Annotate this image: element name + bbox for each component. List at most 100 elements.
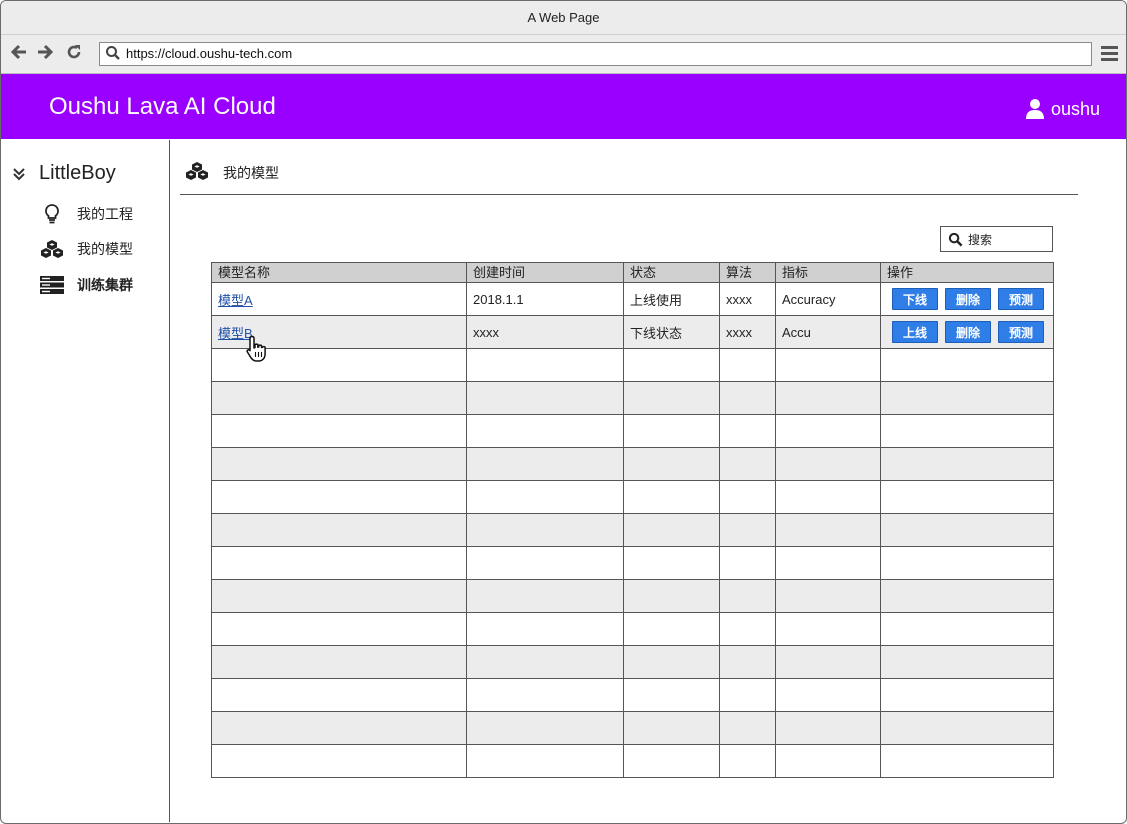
metric: Accuracy	[775, 282, 881, 316]
table-cell-empty	[623, 348, 720, 382]
table-cell-empty	[880, 678, 1054, 712]
table-row-empty	[211, 480, 1054, 514]
table-cell-empty	[466, 381, 624, 415]
sidebar-item-models[interactable]: 我的模型	[39, 239, 133, 259]
table-cell-empty	[466, 744, 624, 778]
table-cell-empty	[775, 711, 881, 745]
table-cell-empty	[775, 744, 881, 778]
table-cell-empty	[775, 447, 881, 481]
created-time: xxxx	[466, 315, 624, 349]
table-cell-empty	[775, 348, 881, 382]
table-row-empty	[211, 744, 1054, 778]
table-cell-empty	[211, 612, 467, 646]
table-header-row: 模型名称 创建时间 状态 算法 指标 操作	[211, 262, 1054, 283]
table-cell-empty	[466, 612, 624, 646]
table-cell-empty	[466, 678, 624, 712]
table-row-empty	[211, 711, 1054, 745]
table-cell-empty	[211, 546, 467, 580]
table-cell-empty	[880, 612, 1054, 646]
online-button[interactable]: 上线	[892, 321, 938, 343]
app-header: Oushu Lava AI Cloud oushu	[1, 74, 1126, 139]
server-icon	[39, 275, 65, 295]
table-cell-empty	[623, 414, 720, 448]
status: 上线使用	[623, 282, 720, 316]
table-cell-empty	[466, 348, 624, 382]
table-cell-empty	[719, 381, 776, 415]
table-cell-empty	[775, 513, 881, 547]
table-cell-empty	[623, 744, 720, 778]
table-cell-empty	[775, 480, 881, 514]
table-cell-empty	[211, 711, 467, 745]
table-cell-empty	[623, 711, 720, 745]
column-header-status: 状态	[623, 262, 720, 283]
table-cell-empty	[211, 447, 467, 481]
table-cell-empty	[466, 579, 624, 613]
user-icon	[1025, 99, 1044, 119]
sidebar-item-label: 训练集群	[77, 277, 133, 293]
table-cell-empty	[623, 447, 720, 481]
table-cell-empty	[623, 480, 720, 514]
table-cell-empty	[211, 645, 467, 679]
predict-button[interactable]: 预测	[998, 288, 1044, 310]
table-cell-empty	[719, 744, 776, 778]
column-header-algorithm: 算法	[719, 262, 776, 283]
delete-button[interactable]: 删除	[945, 321, 991, 343]
table-cell-empty	[775, 381, 881, 415]
table-cell-empty	[466, 513, 624, 547]
predict-button[interactable]: 预测	[998, 321, 1044, 343]
delete-button[interactable]: 删除	[945, 288, 991, 310]
metric: Accu	[775, 315, 881, 349]
search-icon	[948, 232, 963, 246]
table-cell-empty	[775, 645, 881, 679]
table-cell-empty	[466, 546, 624, 580]
table-cell-empty	[211, 414, 467, 448]
browser-window: A Web Page https://cloud.oushu-tech.com …	[0, 0, 1127, 824]
table-cell-empty	[623, 579, 720, 613]
table-cell-empty	[623, 513, 720, 547]
hand-cursor-icon	[246, 335, 266, 362]
reload-icon[interactable]	[65, 43, 83, 61]
back-arrow-icon[interactable]	[10, 43, 28, 61]
table-cell-empty	[211, 381, 467, 415]
table-cell-empty	[623, 678, 720, 712]
column-header-name: 模型名称	[211, 262, 467, 283]
offline-button[interactable]: 下线	[892, 288, 938, 310]
table-row-empty	[211, 612, 1054, 646]
sidebar-item-clusters[interactable]: 训练集群	[39, 275, 133, 295]
table-cell-empty	[775, 579, 881, 613]
table-cell-empty	[880, 513, 1054, 547]
page-title: 我的模型	[223, 164, 279, 181]
forward-arrow-icon[interactable]	[36, 43, 54, 61]
table-cell-empty	[623, 546, 720, 580]
model-link[interactable]: 模型A	[218, 293, 253, 308]
double-chevron-down-icon	[13, 167, 25, 180]
table-cell-empty	[623, 381, 720, 415]
table-row-empty	[211, 381, 1054, 415]
table-cell-empty	[880, 711, 1054, 745]
search-icon	[105, 45, 121, 66]
breadcrumb: 我的模型	[185, 161, 279, 184]
hamburger-menu-icon[interactable]	[1101, 46, 1118, 64]
algorithm: xxxx	[719, 282, 776, 316]
table-cell-empty	[623, 612, 720, 646]
org-selector[interactable]: LittleBoy	[11, 162, 116, 185]
table-cell-empty	[623, 645, 720, 679]
table-cell-empty	[719, 579, 776, 613]
table-row-empty	[211, 447, 1054, 481]
table-row-empty	[211, 348, 1054, 382]
created-time: 2018.1.1	[466, 282, 624, 316]
actions-cell: 上线 删除 预测	[880, 315, 1054, 349]
address-bar[interactable]: https://cloud.oushu-tech.com	[99, 42, 1092, 66]
sidebar-item-label: 我的模型	[77, 241, 133, 257]
table-cell-empty	[719, 546, 776, 580]
table-cell-empty	[719, 348, 776, 382]
cubes-icon	[39, 239, 65, 259]
table-row-empty	[211, 546, 1054, 580]
cubes-icon	[185, 161, 209, 184]
divider	[180, 194, 1078, 195]
search-input[interactable]: 搜索	[940, 226, 1053, 252]
table-row-empty	[211, 579, 1054, 613]
table-cell-empty	[466, 414, 624, 448]
user-menu[interactable]: oushu	[1025, 98, 1100, 120]
sidebar-item-projects[interactable]: 我的工程	[39, 203, 133, 225]
